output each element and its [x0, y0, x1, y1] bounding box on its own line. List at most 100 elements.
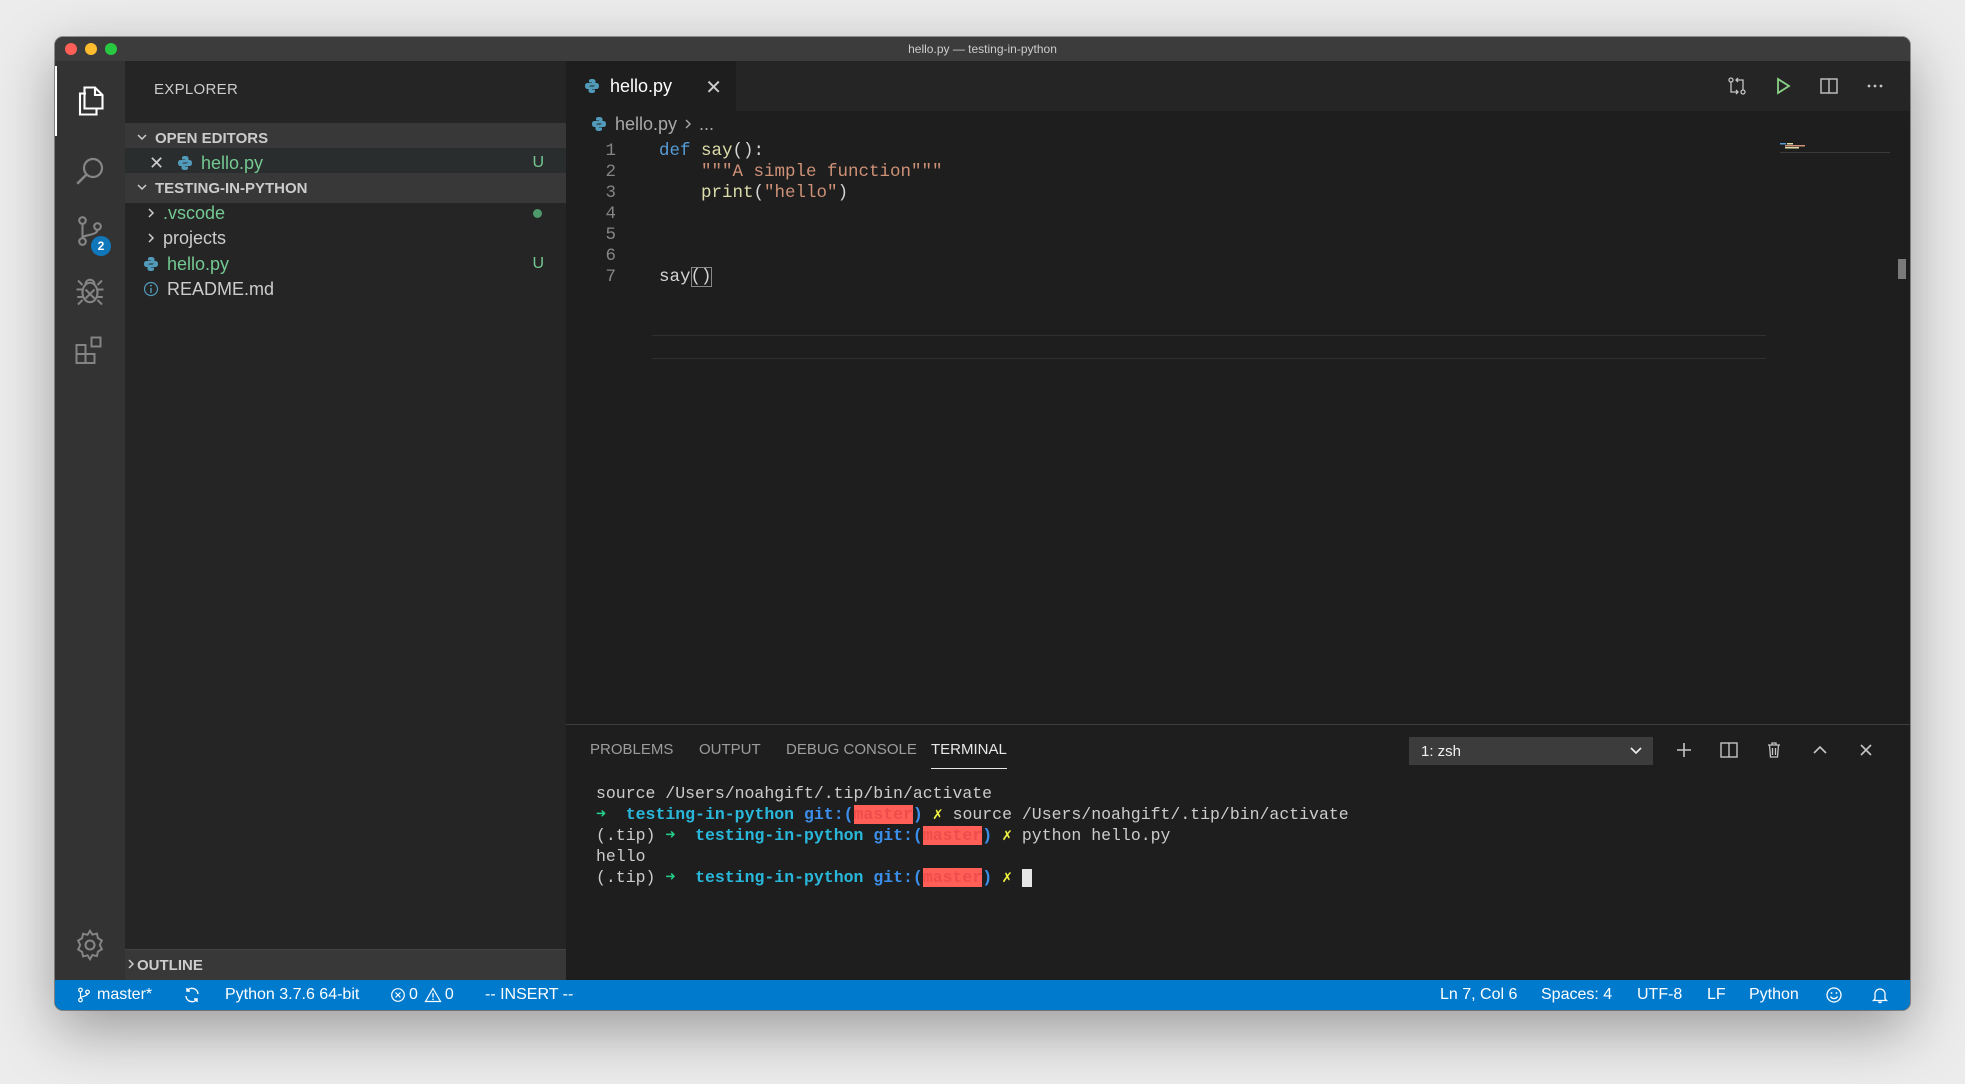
python-file-icon	[144, 257, 158, 271]
close-tab-icon[interactable]: ✕	[705, 75, 722, 100]
prompt-git: git:(	[873, 826, 923, 845]
gear-icon	[76, 928, 104, 962]
line-number: 5	[605, 225, 616, 245]
chevron-right-icon	[145, 203, 163, 224]
sidebar-title: EXPLORER	[154, 81, 239, 98]
prompt-dir: testing-in-python	[695, 826, 864, 845]
close-panel-icon[interactable]	[1853, 737, 1879, 763]
minimize-window-button[interactable]	[85, 43, 97, 55]
prompt-branch: master	[853, 805, 913, 824]
prompt-dirty: ✗	[1002, 826, 1012, 845]
notifications-button[interactable]	[1871, 980, 1889, 1010]
close-window-button[interactable]	[65, 43, 77, 55]
title-bar: hello.py — testing-in-python	[55, 37, 1910, 61]
prompt-git: )	[982, 826, 993, 845]
chevron-right-icon	[683, 114, 693, 135]
terminal-output-text: hello	[596, 847, 646, 866]
bracket-match: ()	[690, 267, 712, 287]
prompt-dirty: ✗	[1002, 868, 1012, 887]
zoom-window-button[interactable]	[105, 43, 117, 55]
minimap[interactable]	[1780, 143, 1890, 153]
prompt-git: git:(	[873, 868, 923, 887]
tree-item-readme[interactable]: README.md	[125, 274, 566, 304]
prompt-arrow: ➜	[665, 868, 676, 887]
tab-output[interactable]: OUTPUT	[699, 741, 761, 758]
chevron-right-icon	[145, 228, 163, 249]
current-line-highlight	[652, 335, 1766, 359]
outline-label: OUTLINE	[137, 956, 203, 974]
settings-activity[interactable]	[55, 910, 125, 980]
encoding[interactable]: UTF-8	[1637, 980, 1682, 1010]
folder-label: TESTING-IN-PYTHON	[155, 179, 308, 197]
prompt-venv: (.tip)	[596, 868, 656, 887]
explorer-activity[interactable]	[55, 66, 127, 136]
language-mode[interactable]: Python	[1749, 980, 1799, 1010]
line-number: 7	[605, 267, 616, 287]
sync-button[interactable]	[183, 980, 201, 1010]
terminal-selector-value: 1: zsh	[1421, 742, 1462, 760]
maximize-panel-icon[interactable]	[1807, 737, 1833, 763]
more-actions-icon[interactable]	[1862, 73, 1888, 99]
tab-debug-console[interactable]: DEBUG CONSOLE	[786, 741, 917, 758]
indentation[interactable]: Spaces: 4	[1541, 980, 1612, 1010]
outline-header[interactable]: OUTLINE	[125, 949, 566, 980]
terminal-selector[interactable]: 1: zsh	[1409, 737, 1653, 765]
trash-icon[interactable]	[1761, 737, 1787, 763]
problems-indicator[interactable]: 0 0	[390, 980, 454, 1010]
warning-icon	[424, 987, 442, 1003]
prompt-branch: master	[922, 826, 983, 845]
punct-token: )	[837, 183, 849, 203]
punct-token: (	[753, 183, 765, 203]
terminal-output[interactable]: source /Users/noahgift/.tip/bin/activate…	[596, 783, 1349, 888]
error-count: 0	[409, 986, 418, 1003]
breadcrumb-file[interactable]: hello.py	[615, 114, 677, 135]
chevron-down-icon	[129, 131, 155, 146]
cursor-position-label: Ln 7, Col 6	[1440, 986, 1518, 1003]
overview-ruler-cursor	[1898, 259, 1906, 279]
breadcrumb-symbols[interactable]: ...	[699, 114, 714, 135]
code-editor[interactable]: 1 def say(): 2 """A simple function""" 3…	[566, 137, 1910, 583]
tab-terminal[interactable]: TERMINAL	[931, 741, 1007, 769]
feedback-button[interactable]	[1825, 980, 1843, 1010]
run-icon[interactable]	[1770, 73, 1796, 99]
code-line: 7 say()	[566, 264, 712, 290]
keyword-token: def	[659, 141, 691, 161]
branch-label: master*	[97, 986, 153, 1003]
scm-count-badge: 2	[91, 236, 111, 256]
prompt-dir: testing-in-python	[695, 868, 864, 887]
line-number: 2	[605, 162, 616, 182]
end-of-line[interactable]: LF	[1707, 980, 1726, 1010]
string-token: "hello"	[764, 183, 838, 203]
smiley-icon	[1826, 987, 1842, 1003]
compare-changes-icon[interactable]	[1724, 73, 1750, 99]
vim-mode-label: -- INSERT --	[485, 986, 574, 1003]
cursor-position[interactable]: Ln 7, Col 6	[1440, 980, 1517, 1010]
editor-tab-bar: hello.py ✕	[566, 61, 1910, 111]
breadcrumb: hello.py ...	[566, 111, 714, 137]
split-editor-icon[interactable]	[1816, 73, 1842, 99]
terminal-command: source /Users/noahgift/.tip/bin/activate	[952, 805, 1349, 824]
warning-count: 0	[444, 986, 454, 1003]
branch-indicator[interactable]: master*	[77, 980, 152, 1010]
tab-hello-py[interactable]: hello.py ✕	[566, 61, 736, 111]
extensions-activity[interactable]	[55, 316, 125, 386]
terminal-command: python hello.py	[1021, 826, 1171, 845]
line-number: 1	[605, 141, 616, 161]
split-terminal-icon[interactable]	[1716, 737, 1742, 763]
terminal-cursor	[1021, 868, 1032, 887]
files-icon	[78, 86, 104, 116]
untracked-status: U	[532, 255, 544, 272]
new-terminal-icon[interactable]	[1671, 737, 1697, 763]
modified-dot	[533, 208, 542, 218]
close-icon[interactable]: ✕	[149, 153, 169, 174]
prompt-arrow: ➜	[596, 805, 606, 824]
python-interpreter[interactable]: Python 3.7.6 64-bit	[225, 980, 359, 1010]
function-token: say	[701, 141, 733, 161]
debug-icon	[76, 278, 104, 306]
terminal-line: source /Users/noahgift/.tip/bin/activate	[596, 784, 993, 803]
chevron-right-icon	[125, 957, 137, 974]
tab-problems[interactable]: PROBLEMS	[590, 741, 673, 758]
python-file-icon	[178, 156, 192, 170]
vscode-window: hello.py — testing-in-python 2 EXPLORER …	[55, 37, 1910, 1010]
line-number: 3	[605, 183, 616, 203]
